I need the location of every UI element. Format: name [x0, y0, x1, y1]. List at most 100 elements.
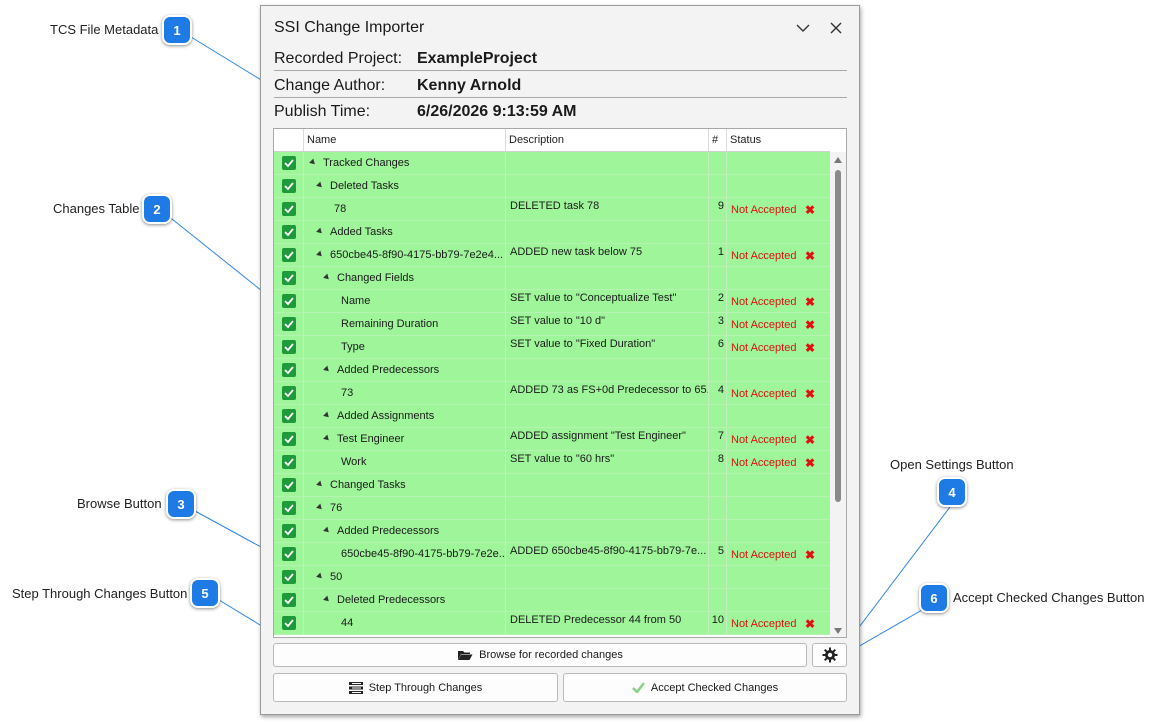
- table-row[interactable]: Changed Fields: [274, 267, 830, 290]
- scroll-down-arrow-icon[interactable]: [834, 628, 842, 634]
- row-checkbox[interactable]: [282, 570, 296, 584]
- table-row[interactable]: Tracked Changes: [274, 152, 830, 175]
- checkmark-icon: [284, 550, 294, 559]
- column-header-number[interactable]: #: [709, 129, 727, 151]
- row-name: 73: [341, 387, 354, 399]
- table-row[interactable]: Added Assignments: [274, 405, 830, 428]
- expand-triangle-icon[interactable]: [323, 411, 331, 420]
- step-through-changes-button[interactable]: Step Through Changes: [273, 673, 558, 702]
- row-checkbox[interactable]: [282, 179, 296, 193]
- expand-triangle-icon[interactable]: [323, 595, 331, 604]
- table-row[interactable]: Changed Tasks: [274, 474, 830, 497]
- table-row[interactable]: Work SET value to "60 hrs" 8 Not Accepted ✖: [274, 451, 830, 474]
- row-checkbox[interactable]: [282, 294, 296, 308]
- table-row[interactable]: 50: [274, 566, 830, 589]
- expand-triangle-icon[interactable]: [323, 434, 331, 443]
- expand-triangle-icon[interactable]: [316, 227, 324, 236]
- row-number: 6: [717, 338, 724, 350]
- row-checkbox[interactable]: [282, 386, 296, 400]
- open-settings-button[interactable]: [812, 643, 847, 667]
- expand-triangle-icon[interactable]: [316, 572, 324, 581]
- number-cell: 2: [709, 290, 727, 312]
- checkbox-cell: [274, 543, 304, 565]
- checkbox-cell: [274, 313, 304, 335]
- name-cell: Deleted Predecessors: [304, 589, 506, 611]
- status-cell: [727, 474, 830, 496]
- row-checkbox[interactable]: [282, 225, 296, 239]
- row-checkbox[interactable]: [282, 432, 296, 446]
- status-cell: Not Accepted ✖: [727, 198, 830, 220]
- table-row[interactable]: 44 DELETED Predecessor 44 from 50 10 Not Ac…: [274, 612, 830, 635]
- name-cell: Remaining Duration: [304, 313, 506, 335]
- browse-button[interactable]: Browse for recorded changes: [273, 643, 807, 667]
- table-row[interactable]: Remaining Duration SET value to "10 d" 3 No…: [274, 313, 830, 336]
- row-checkbox[interactable]: [282, 156, 296, 170]
- table-row[interactable]: 73 ADDED 73 as FS+0d Predecessor to 65...…: [274, 382, 830, 405]
- table-row[interactable]: Name SET value to "Conceptualize Test" 2 No…: [274, 290, 830, 313]
- row-status: Not Accepted: [731, 618, 797, 630]
- column-header-description[interactable]: Description: [506, 129, 709, 151]
- row-checkbox[interactable]: [282, 317, 296, 331]
- row-checkbox[interactable]: [282, 547, 296, 561]
- table-row[interactable]: Deleted Tasks: [274, 175, 830, 198]
- column-header-name[interactable]: Name: [304, 129, 506, 151]
- row-checkbox[interactable]: [282, 363, 296, 377]
- row-checkbox[interactable]: [282, 524, 296, 538]
- accept-checked-changes-label: Accept Checked Changes: [650, 681, 779, 694]
- row-checkbox[interactable]: [282, 248, 296, 262]
- name-cell: Tracked Changes: [304, 152, 506, 174]
- row-checkbox[interactable]: [282, 593, 296, 607]
- expand-triangle-icon[interactable]: [323, 365, 331, 374]
- checkmark-icon: [631, 682, 645, 693]
- name-cell: Added Predecessors: [304, 359, 506, 381]
- close-icon[interactable]: [824, 16, 848, 40]
- table-row[interactable]: 78 DELETED task 78 9 Not Accepted ✖: [274, 198, 830, 221]
- checkmark-icon: [284, 274, 294, 283]
- chevron-down-icon[interactable]: [791, 16, 815, 40]
- table-row[interactable]: Added Predecessors: [274, 520, 830, 543]
- checkbox-cell: [274, 244, 304, 266]
- checkmark-icon: [284, 527, 294, 536]
- row-description: SET value to "Fixed Duration": [510, 338, 656, 350]
- row-description: SET value to "Conceptualize Test": [510, 292, 677, 304]
- name-cell: Type: [304, 336, 506, 358]
- row-checkbox[interactable]: [282, 340, 296, 354]
- checkmark-icon: [284, 228, 294, 237]
- expand-triangle-icon[interactable]: [316, 181, 324, 190]
- scroll-up-arrow-icon[interactable]: [834, 157, 842, 163]
- expand-triangle-icon[interactable]: [323, 273, 331, 282]
- expand-triangle-icon[interactable]: [316, 480, 324, 489]
- vertical-scrollbar[interactable]: [830, 152, 846, 637]
- expand-triangle-icon[interactable]: [323, 526, 331, 535]
- changes-table[interactable]: Name Description # Status Tracked Change…: [273, 128, 847, 638]
- row-description: DELETED task 78: [510, 200, 600, 212]
- expand-triangle-icon[interactable]: [316, 250, 324, 259]
- table-row[interactable]: Test Engineer ADDED assignment "Test Engi…: [274, 428, 830, 451]
- expand-triangle-icon[interactable]: [316, 503, 324, 512]
- row-checkbox[interactable]: [282, 409, 296, 423]
- row-checkbox[interactable]: [282, 455, 296, 469]
- table-row[interactable]: Added Predecessors: [274, 359, 830, 382]
- row-checkbox[interactable]: [282, 478, 296, 492]
- column-header-status[interactable]: Status: [727, 129, 830, 151]
- checkbox-cell: [274, 566, 304, 588]
- name-cell: 650cbe45-8f90-4175-bb79-7e2e...: [304, 543, 506, 565]
- table-row[interactable]: 76: [274, 497, 830, 520]
- row-checkbox[interactable]: [282, 271, 296, 285]
- row-checkbox[interactable]: [282, 616, 296, 630]
- scrollbar-thumb[interactable]: [835, 170, 841, 502]
- table-row[interactable]: 650cbe45-8f90-4175-bb79-7e2e... ADDED 650…: [274, 543, 830, 566]
- accept-checked-changes-button[interactable]: Accept Checked Changes: [563, 673, 847, 702]
- table-row[interactable]: Type SET value to "Fixed Duration" 6 Not Ac…: [274, 336, 830, 359]
- callout-badge-1: 1: [162, 15, 192, 45]
- table-row[interactable]: Added Tasks: [274, 221, 830, 244]
- row-checkbox[interactable]: [282, 501, 296, 515]
- header-checkbox-column[interactable]: [274, 129, 304, 151]
- row-number: 5: [717, 545, 724, 557]
- table-row[interactable]: Deleted Predecessors: [274, 589, 830, 612]
- callout-label-1: TCS File Metadata: [50, 22, 159, 37]
- name-cell: 44: [304, 612, 506, 634]
- table-row[interactable]: 650cbe45-8f90-4175-bb79-7e2e4... ADDED ne…: [274, 244, 830, 267]
- expand-triangle-icon[interactable]: [309, 158, 317, 167]
- row-checkbox[interactable]: [282, 202, 296, 216]
